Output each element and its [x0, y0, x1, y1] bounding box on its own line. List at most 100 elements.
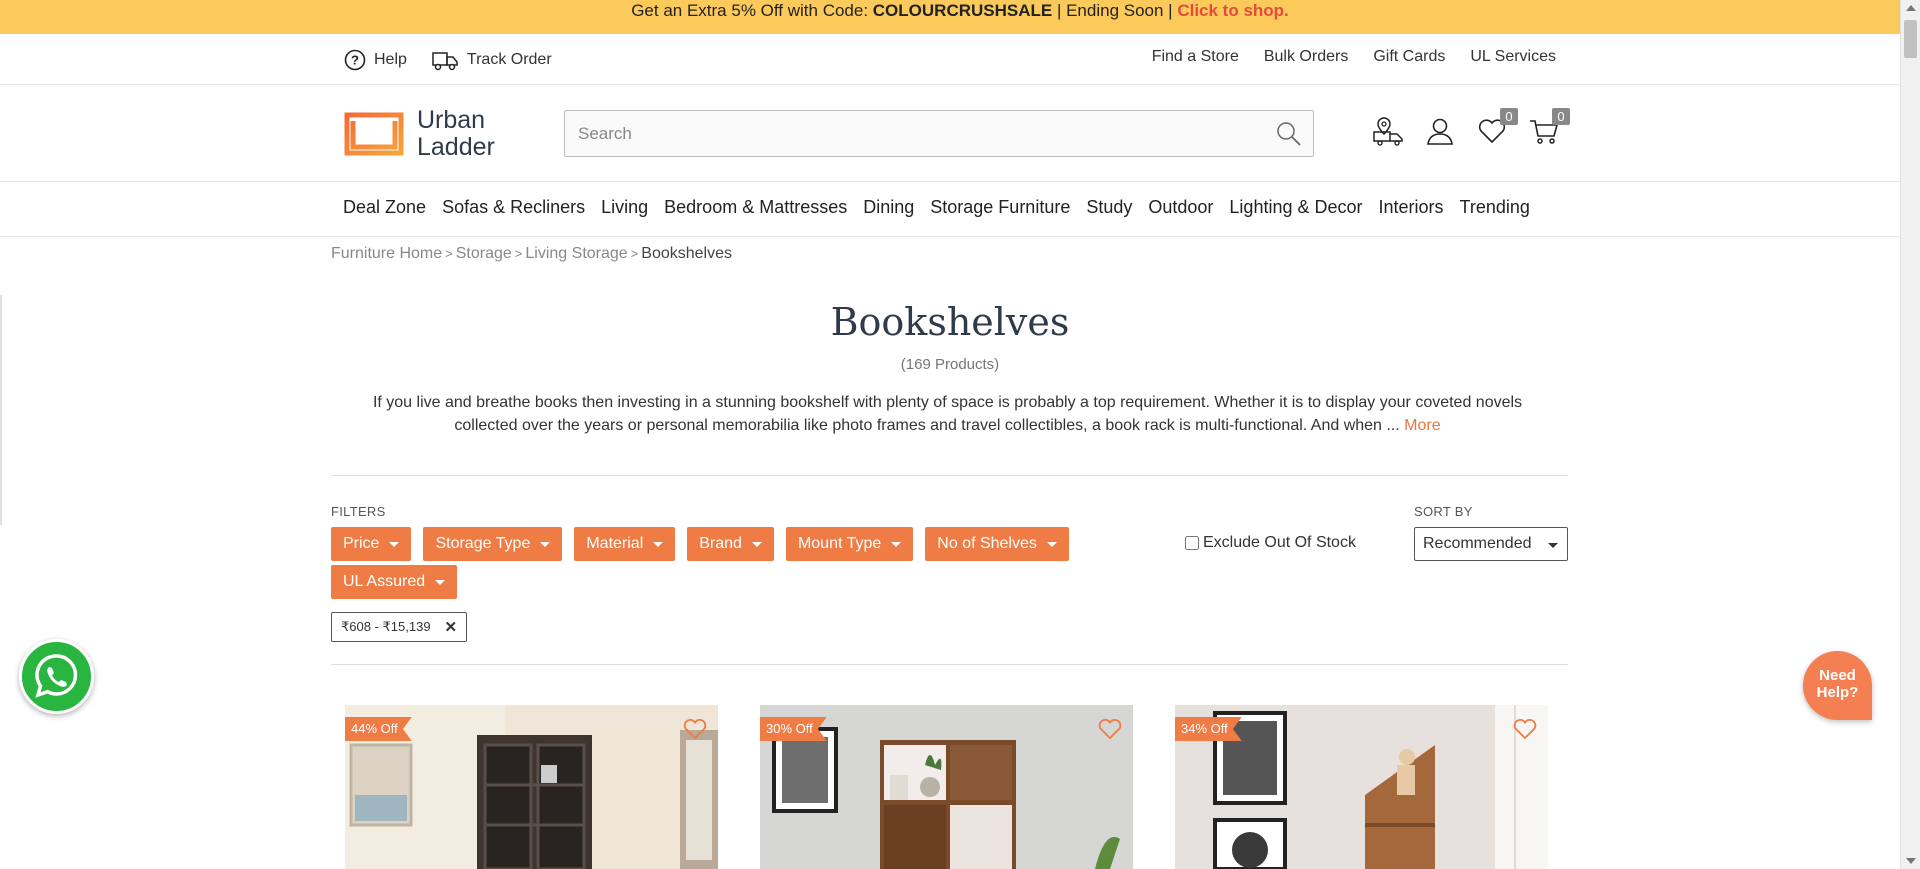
need-help-button[interactable]: Need Help? [1803, 651, 1872, 720]
discount-badge: 44% Off [345, 717, 412, 741]
nav-item-storage-furniture[interactable]: Storage Furniture [930, 197, 1070, 218]
breadcrumb-current: Bookshelves [641, 245, 732, 262]
description-text: If you live and breathe books then inves… [372, 394, 1523, 434]
store-locator-button[interactable] [1372, 115, 1404, 147]
caret-down-icon [751, 541, 762, 547]
filter-label: Material [586, 535, 644, 552]
product-card[interactable]: 34% Off [1175, 705, 1548, 869]
bulk-orders-link[interactable]: Bulk Orders [1264, 48, 1348, 66]
exclude-out-of-stock-label: Exclude Out Of Stock [1203, 534, 1356, 551]
location-truck-icon [1373, 117, 1403, 146]
filter-price-button[interactable]: Price [331, 527, 412, 561]
breadcrumb-storage[interactable]: Storage [456, 245, 512, 262]
scroll-up-arrow-icon[interactable] [1906, 5, 1916, 11]
caret-down-icon [389, 541, 400, 547]
gift-cards-link[interactable]: Gift Cards [1373, 48, 1445, 66]
filter-label: Storage Type [435, 535, 531, 552]
wishlist-count-badge: 0 [1500, 108, 1518, 125]
nav-item-interiors[interactable]: Interiors [1379, 197, 1444, 218]
search-box [564, 110, 1314, 157]
nav-item-lighting-decor[interactable]: Lighting & Decor [1229, 197, 1362, 218]
logo-text-urban: Urban [417, 106, 486, 134]
user-icon [1427, 118, 1453, 145]
wishlist-heart-icon[interactable] [1512, 717, 1538, 741]
page-scrollbar[interactable] [1900, 0, 1920, 869]
filter-material-button[interactable]: Material [574, 527, 676, 561]
cart-button[interactable]: 0 [1528, 108, 1570, 147]
breadcrumb-separator: > [630, 246, 639, 261]
discount-badge: 30% Off [760, 717, 827, 741]
track-order-label: Track Order [466, 51, 552, 68]
promo-text: Get an Extra 5% Off with Code: [631, 1, 873, 20]
nav-item-trending[interactable]: Trending [1460, 197, 1530, 218]
filters-label: FILTERS [331, 504, 386, 519]
sort-select[interactable]: Recommended [1414, 527, 1568, 561]
help-label: Help [374, 51, 407, 68]
need-help-line1: Need [1819, 667, 1856, 684]
nav-item-deal-zone[interactable]: Deal Zone [343, 197, 426, 218]
nav-item-bedroom-mattresses[interactable]: Bedroom & Mattresses [664, 197, 847, 218]
need-help-line2: Help? [1816, 684, 1859, 701]
caret-down-icon [1046, 541, 1057, 547]
exclude-out-of-stock[interactable]: Exclude Out Of Stock [1185, 534, 1356, 552]
exclude-out-of-stock-checkbox[interactable] [1185, 536, 1199, 550]
scrollbar-thumb[interactable] [1904, 20, 1917, 58]
filter-label: No of Shelves [937, 535, 1037, 552]
nav-item-study[interactable]: Study [1086, 197, 1132, 218]
category-description: If you live and breathe books then inves… [340, 391, 1555, 437]
whatsapp-chat-button[interactable] [19, 639, 94, 714]
close-icon[interactable]: ✕ [445, 618, 458, 636]
category-nav: Deal Zone Sofas & Recliners Living Bedro… [0, 182, 1900, 237]
nav-item-living[interactable]: Living [601, 197, 648, 218]
breadcrumb: Furniture Home > Storage > Living Storage > Bo… [331, 245, 732, 263]
filter-storage-type-button[interactable]: Storage Type [423, 527, 563, 561]
nav-item-outdoor[interactable]: Outdoor [1148, 197, 1213, 218]
breadcrumb-furniture-home[interactable]: Furniture Home [331, 245, 442, 262]
read-more-link[interactable]: More [1404, 417, 1440, 434]
promo-cta-link[interactable]: Click to shop. [1177, 1, 1288, 20]
logo-mark-icon [344, 112, 404, 156]
filter-brand-button[interactable]: Brand [687, 527, 774, 561]
ul-services-link[interactable]: UL Services [1470, 48, 1556, 66]
account-button[interactable] [1424, 115, 1456, 147]
search-icon[interactable] [1275, 120, 1303, 148]
filter-mount-type-button[interactable]: Mount Type [785, 527, 914, 561]
find-store-link[interactable]: Find a Store [1152, 48, 1239, 66]
help-link[interactable]: ? Help [344, 48, 407, 72]
help-icon: ? [344, 49, 366, 71]
wishlist-button[interactable]: 0 [1476, 108, 1518, 147]
active-filter-chip[interactable]: ₹608 - ₹15,139 ✕ [331, 612, 468, 642]
cart-count-badge: 0 [1552, 108, 1570, 125]
track-order-link[interactable]: Track Order [431, 48, 552, 72]
nav-item-dining[interactable]: Dining [863, 197, 914, 218]
filter-label: Price [343, 535, 380, 552]
promo-banner[interactable]: Get an Extra 5% Off with Code: COLOURCRU… [0, 0, 1920, 34]
section-divider [331, 664, 1568, 665]
section-divider [331, 475, 1568, 476]
search-input[interactable] [565, 111, 1245, 156]
sort-selected-value: Recommended [1423, 535, 1532, 552]
wishlist-heart-icon[interactable] [682, 717, 708, 741]
filter-bar: Price Storage Type Material Brand Mount … [331, 527, 1121, 599]
truck-icon [432, 52, 458, 71]
caret-down-icon [1548, 543, 1558, 548]
nav-item-sofas-recliners[interactable]: Sofas & Recliners [442, 197, 585, 218]
filter-ul-assured-button[interactable]: UL Assured [331, 565, 458, 599]
caret-down-icon [540, 541, 551, 547]
wishlist-heart-icon[interactable] [1097, 717, 1123, 741]
discount-badge: 34% Off [1175, 717, 1242, 741]
whatsapp-icon [35, 654, 78, 698]
filter-label: Mount Type [797, 535, 882, 552]
scroll-down-arrow-icon[interactable] [1906, 858, 1916, 864]
promo-text-middle: | Ending Soon | [1052, 1, 1178, 20]
sort-by-label: SORT BY [1414, 504, 1473, 519]
page-title: Bookshelves [830, 300, 1070, 344]
filter-no-of-shelves-button[interactable]: No of Shelves [925, 527, 1069, 561]
filter-label: UL Assured [343, 573, 426, 590]
breadcrumb-living-storage[interactable]: Living Storage [525, 245, 627, 262]
product-card[interactable]: 30% Off [760, 705, 1133, 869]
product-card[interactable]: 44% Off [345, 705, 718, 869]
urban-ladder-logo[interactable]: Urban Ladder [344, 107, 495, 161]
utility-bar: ? Help Track Order Find a Store Bulk Ord… [0, 34, 1900, 85]
filter-label: Brand [699, 535, 742, 552]
